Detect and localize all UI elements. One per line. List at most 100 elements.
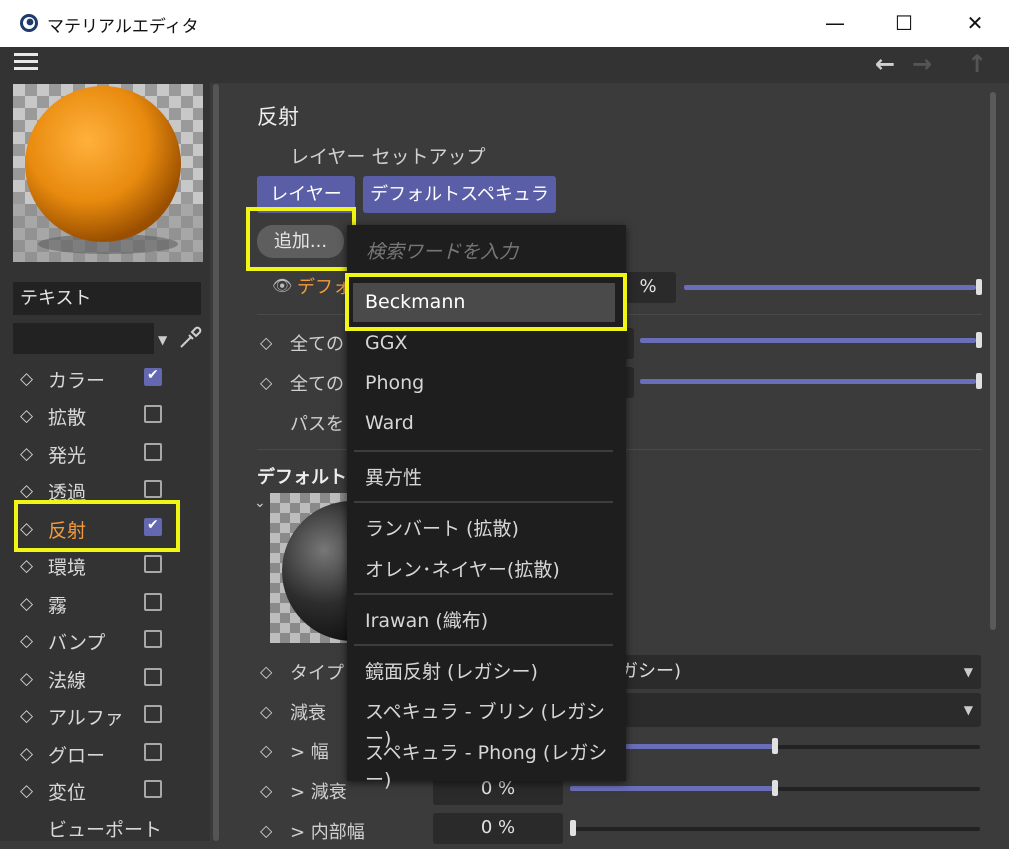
minimize-button[interactable]: — <box>812 6 858 40</box>
channel-checkbox[interactable] <box>144 555 162 573</box>
layer-dropdown[interactable] <box>13 323 154 354</box>
width-slider-fill <box>600 744 776 749</box>
property-label-type: タイプ <box>290 663 344 684</box>
diamond-icon: ◇ <box>20 369 34 389</box>
menu-separator <box>354 644 613 646</box>
menu-item-ggx[interactable]: GGX <box>365 332 407 354</box>
inner-width-slider-knob[interactable] <box>570 820 576 836</box>
channel-checkbox[interactable] <box>144 630 162 648</box>
channel-checkbox[interactable] <box>144 480 162 498</box>
width-slider-knob[interactable] <box>772 738 778 754</box>
all-row-slider-knob[interactable] <box>976 332 982 348</box>
maximize-button[interactable]: ☐ <box>881 6 927 40</box>
title-bar: マテリアルエディタ — ☐ ✕ <box>0 0 1009 47</box>
default-layer-slider-fill <box>684 285 976 290</box>
channel-item[interactable]: ◇ グロー <box>14 741 174 775</box>
chevron-down-icon: ▼ <box>963 665 973 679</box>
menu-item-specular-phong-legacy[interactable]: スペキュラ - Phong (レガシー) <box>365 738 626 792</box>
channel-checkbox[interactable] <box>144 367 162 386</box>
channel-checkbox[interactable] <box>144 443 162 461</box>
window-title: マテリアルエディタ <box>47 17 199 37</box>
channel-item[interactable]: ◇ 発光 <box>14 441 174 475</box>
channel-checkbox[interactable] <box>144 668 162 686</box>
specular-preview <box>270 493 350 643</box>
search-input[interactable]: 検索ワードを入力 <box>366 237 518 264</box>
channel-item[interactable]: ◇ 拡散 <box>14 403 174 437</box>
back-arrow-icon[interactable]: ← <box>875 47 895 81</box>
pass-row-label: パスを <box>290 414 344 435</box>
cinema4d-app-icon <box>20 14 38 32</box>
diamond-icon: ◇ <box>260 821 273 840</box>
eyedropper-icon[interactable] <box>177 325 203 351</box>
inner-width-field[interactable]: 0 % <box>433 813 563 844</box>
diamond-icon: ◇ <box>20 706 34 726</box>
channel-checkbox[interactable] <box>144 743 162 761</box>
highlight-box-add <box>246 207 356 271</box>
property-label-falloff: > 減衰 <box>290 782 347 803</box>
diamond-icon: ◇ <box>260 373 273 392</box>
diamond-icon: ◇ <box>260 702 273 721</box>
right-scrollbar[interactable] <box>990 92 996 630</box>
diamond-icon: ◇ <box>260 662 273 681</box>
diamond-icon: ◇ <box>20 556 34 576</box>
property-label-inner-width: > 内部幅 <box>290 822 365 843</box>
all-row-slider-2-fill <box>640 379 976 384</box>
menu-separator <box>354 501 613 503</box>
material-preview[interactable] <box>13 84 203 262</box>
property-label-attenuation: 減衰 <box>290 703 326 724</box>
tab-default-specular[interactable]: デフォルトスペキュラ <box>363 176 556 213</box>
menu-item-reflection-legacy[interactable]: 鏡面反射 (レガシー) <box>365 657 538 684</box>
menu-item-ward[interactable]: Ward <box>365 412 414 434</box>
chevron-down-icon[interactable]: ▼ <box>158 333 167 347</box>
close-button[interactable]: ✕ <box>952 6 998 40</box>
forward-arrow-icon[interactable]: → <box>912 47 932 81</box>
highlight-box-beckmann <box>345 273 627 331</box>
left-scrollbar[interactable] <box>213 84 219 841</box>
diamond-icon: ◇ <box>20 669 34 689</box>
up-arrow-icon[interactable]: ↑ <box>967 47 987 81</box>
menu-separator <box>354 593 613 595</box>
layer-setup-label: レイヤー セットアップ <box>290 146 486 168</box>
hamburger-menu-icon[interactable] <box>14 53 38 71</box>
toolbar <box>0 47 1009 83</box>
menu-item-phong[interactable]: Phong <box>365 372 424 394</box>
channel-item[interactable]: ◇ 変位 <box>14 778 174 812</box>
type-combo[interactable]: ガシー) ▼ <box>600 655 981 689</box>
all-row-slider-2-knob[interactable] <box>976 373 982 389</box>
diamond-icon: ◇ <box>260 333 273 352</box>
all-row-slider-fill <box>640 338 976 343</box>
default-layer-slider-knob[interactable] <box>976 279 982 295</box>
diamond-icon: ◇ <box>20 594 34 614</box>
channel-item[interactable]: ◇ 法線 <box>14 666 174 700</box>
channel-item[interactable]: ◇ バンプ <box>14 628 174 662</box>
menu-item-lambert[interactable]: ランバート (拡散) <box>365 514 519 541</box>
section-title: 反射 <box>257 105 299 129</box>
diamond-icon: ◇ <box>20 781 34 801</box>
attenuation-combo[interactable]: ▼ <box>600 693 981 727</box>
channel-item-viewport[interactable]: ビューポート <box>14 815 174 849</box>
channel-checkbox[interactable] <box>144 705 162 723</box>
menu-item-anisotropy[interactable]: 異方性 <box>365 463 422 490</box>
inner-width-slider[interactable] <box>570 827 980 831</box>
falloff-slider-knob[interactable] <box>772 780 778 796</box>
menu-item-oren-nayar[interactable]: オレン･ネイヤー(拡散) <box>365 555 560 582</box>
channel-checkbox[interactable] <box>144 405 162 423</box>
material-name-field[interactable]: テキスト <box>13 282 201 315</box>
highlight-box-reflection <box>14 500 180 552</box>
channel-item[interactable]: ◇ カラー <box>14 366 174 400</box>
channel-item[interactable]: ◇ アルファ <box>14 703 174 737</box>
channel-checkbox[interactable] <box>144 593 162 611</box>
channel-checkbox[interactable] <box>144 780 162 798</box>
collapse-chevron-icon[interactable]: ⌄ <box>254 495 266 511</box>
diamond-icon: ◇ <box>20 444 34 464</box>
channel-item[interactable]: ◇ 環境 <box>14 553 174 587</box>
default-layer-percent[interactable]: % <box>620 272 676 303</box>
property-label-width: > 幅 <box>290 742 329 763</box>
diamond-icon: ◇ <box>20 406 34 426</box>
all-row-label-2: 全ての <box>290 374 344 395</box>
chevron-down-icon: ▼ <box>963 703 973 717</box>
menu-item-irawan[interactable]: Irawan (織布) <box>365 606 488 633</box>
diamond-icon: ◇ <box>20 481 34 501</box>
eye-icon[interactable]: 👁 <box>272 276 292 295</box>
channel-item[interactable]: ◇ 霧 <box>14 591 174 625</box>
